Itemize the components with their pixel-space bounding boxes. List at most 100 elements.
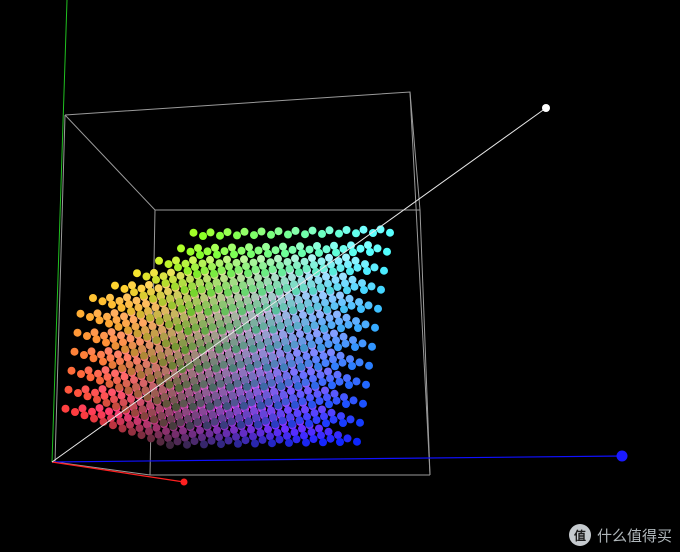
gamut-point [343, 374, 351, 383]
gamut-point [280, 277, 289, 285]
gamut-point [109, 335, 118, 343]
gamut-point [67, 366, 76, 375]
gamut-point [216, 407, 224, 416]
gamut-point [231, 312, 239, 321]
gamut-point [253, 360, 262, 369]
gamut-point [115, 383, 123, 392]
gamut-point [261, 268, 269, 277]
gamut-point [197, 285, 206, 294]
gamut-point [288, 273, 296, 282]
gamut-point [284, 406, 292, 415]
gamut-point [313, 242, 321, 250]
gamut-point [326, 434, 335, 443]
gamut-point [193, 357, 201, 366]
gamut-point [198, 259, 207, 268]
gamut-point [265, 284, 274, 293]
gamut-point [291, 314, 300, 323]
gamut-point [241, 436, 250, 445]
gamut-point [272, 306, 280, 315]
gamut-point [355, 358, 364, 367]
gamut-point [275, 287, 283, 296]
gamut-point [83, 332, 91, 340]
gamut-point [229, 277, 238, 286]
gamut-point [222, 341, 231, 350]
gamut-point [241, 288, 249, 297]
gamut-point [292, 435, 301, 444]
gamut-point [220, 421, 228, 430]
gamut-point [327, 321, 336, 329]
gamut-point [174, 323, 183, 332]
gamut-point [142, 300, 150, 308]
gamut-point [314, 362, 322, 371]
gamut-point [278, 416, 287, 425]
gamut-point [332, 248, 340, 257]
gamut-point [207, 288, 215, 297]
gamut-point [286, 413, 294, 421]
gamut-point [238, 394, 246, 403]
gamut-point [276, 349, 284, 358]
gamut-point [209, 383, 217, 392]
gamut-point [307, 280, 315, 288]
gamut-point [336, 264, 345, 272]
gamut-point [302, 264, 311, 273]
gamut-point [92, 335, 101, 344]
gamut-point [234, 353, 243, 362]
gamut-point [270, 359, 279, 368]
gamut-point [331, 362, 339, 371]
gamut-point [263, 363, 271, 372]
gamut-point [271, 246, 280, 255]
gamut-point [183, 266, 192, 275]
gamut-point [321, 298, 329, 307]
gamut-point [306, 393, 314, 402]
gamut-point [316, 283, 325, 292]
gamut-point [293, 349, 301, 358]
gamut-point [150, 268, 158, 277]
gamut-point [270, 387, 278, 396]
gamut-point [289, 306, 297, 315]
gamut-point [330, 302, 339, 310]
gamut-point [135, 363, 143, 372]
gamut-point [259, 322, 268, 331]
gamut-point [158, 325, 166, 334]
gamut-point [310, 261, 318, 269]
gamut-point [350, 282, 359, 291]
gamut-point [156, 437, 165, 446]
gamut-point [150, 329, 159, 338]
gamut-point [289, 394, 297, 402]
gamut-point [83, 392, 92, 401]
gamut-point [250, 231, 258, 240]
z-axis-end-marker[interactable] [616, 450, 628, 462]
gamut-point [360, 286, 368, 294]
x-axis-end-marker[interactable] [180, 478, 188, 486]
gamut-point [214, 312, 222, 321]
gamut-point [124, 414, 132, 422]
gamut-point [122, 319, 130, 328]
diagonal-end-marker[interactable] [542, 104, 550, 112]
gamut-point [204, 307, 212, 316]
gamut-point [256, 429, 265, 437]
gamut-point [205, 429, 214, 438]
gamut-point [108, 300, 116, 309]
gamut-point [172, 256, 180, 265]
gamut-point [71, 408, 79, 416]
gamut-point [225, 410, 234, 419]
gamut-point [130, 348, 139, 357]
gamut-point [148, 408, 156, 417]
gamut-point [76, 309, 85, 318]
gamut-point [140, 351, 148, 360]
gamut-point [176, 358, 184, 367]
gamut-point [180, 373, 189, 382]
gamut-point [257, 255, 265, 263]
gamut-point [138, 405, 147, 414]
gamut-point [329, 267, 337, 276]
gamut-point [137, 284, 146, 293]
gamut-point [279, 302, 288, 311]
gamut-point [64, 385, 73, 394]
gamut-point [128, 427, 136, 436]
gamut-point [81, 385, 90, 394]
gamut-point [94, 369, 102, 378]
gamut-point [176, 271, 185, 280]
gamut-point [341, 279, 349, 288]
3d-gamut-viewport[interactable] [0, 0, 680, 552]
gamut-point [131, 322, 140, 331]
